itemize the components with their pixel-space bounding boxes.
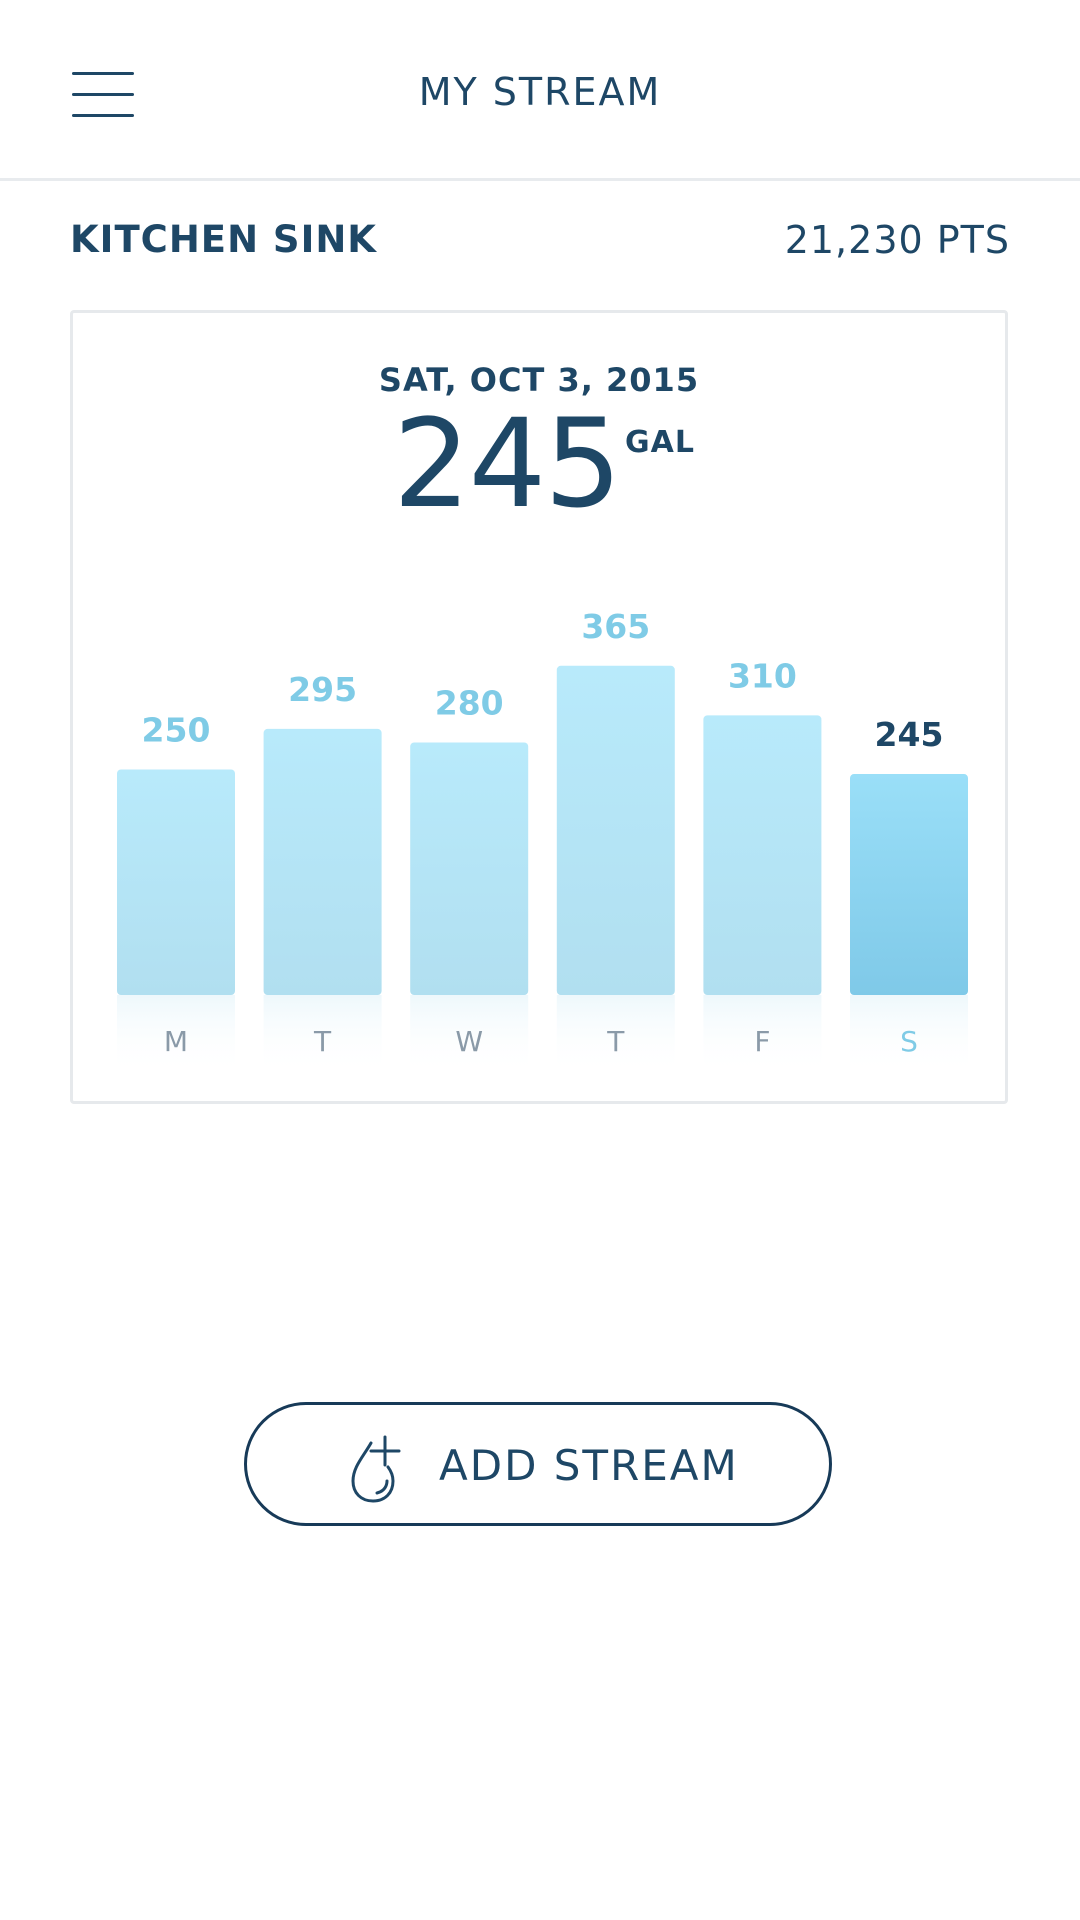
stream-header: KITCHEN SINK 21,230 PTS <box>70 218 1010 272</box>
bar-value-label: 295 <box>288 670 357 709</box>
day-label: S <box>900 1025 918 1058</box>
day-label: F <box>754 1025 770 1058</box>
chart-bar[interactable] <box>117 769 235 995</box>
bar-value-label: 250 <box>142 711 211 750</box>
day-label: W <box>455 1025 483 1058</box>
bar-value-label: 280 <box>435 683 504 722</box>
stream-points: 21,230 PTS <box>784 218 1010 262</box>
stream-name: KITCHEN SINK <box>70 218 377 261</box>
day-label: M <box>164 1025 188 1058</box>
water-drop-plus-icon <box>351 1435 401 1503</box>
chart-bar[interactable] <box>703 715 822 995</box>
chart-bar[interactable] <box>556 665 675 995</box>
weekly-usage-chart: 250 M 295 T 280 W 365 T 310 F 245 S <box>117 607 968 1075</box>
add-stream-button[interactable]: ADD STREAM <box>244 1402 832 1526</box>
bar-value-label: 365 <box>581 607 650 646</box>
bar-value-label: 310 <box>728 656 797 695</box>
chart-bar[interactable] <box>410 742 529 995</box>
bar-value-label: 245 <box>875 715 944 754</box>
top-bar: MY STREAM <box>0 0 1080 181</box>
usage-card: SAT, OCT 3, 2015 245 GAL 250 M 295 T 280 W 365… <box>70 310 1008 1104</box>
page-title: MY STREAM <box>418 70 662 114</box>
day-label: T <box>606 1025 625 1058</box>
chart-bar[interactable] <box>263 728 382 995</box>
chart-bar[interactable] <box>850 774 968 995</box>
add-stream-label: ADD STREAM <box>439 1441 739 1490</box>
day-label: T <box>313 1025 332 1058</box>
